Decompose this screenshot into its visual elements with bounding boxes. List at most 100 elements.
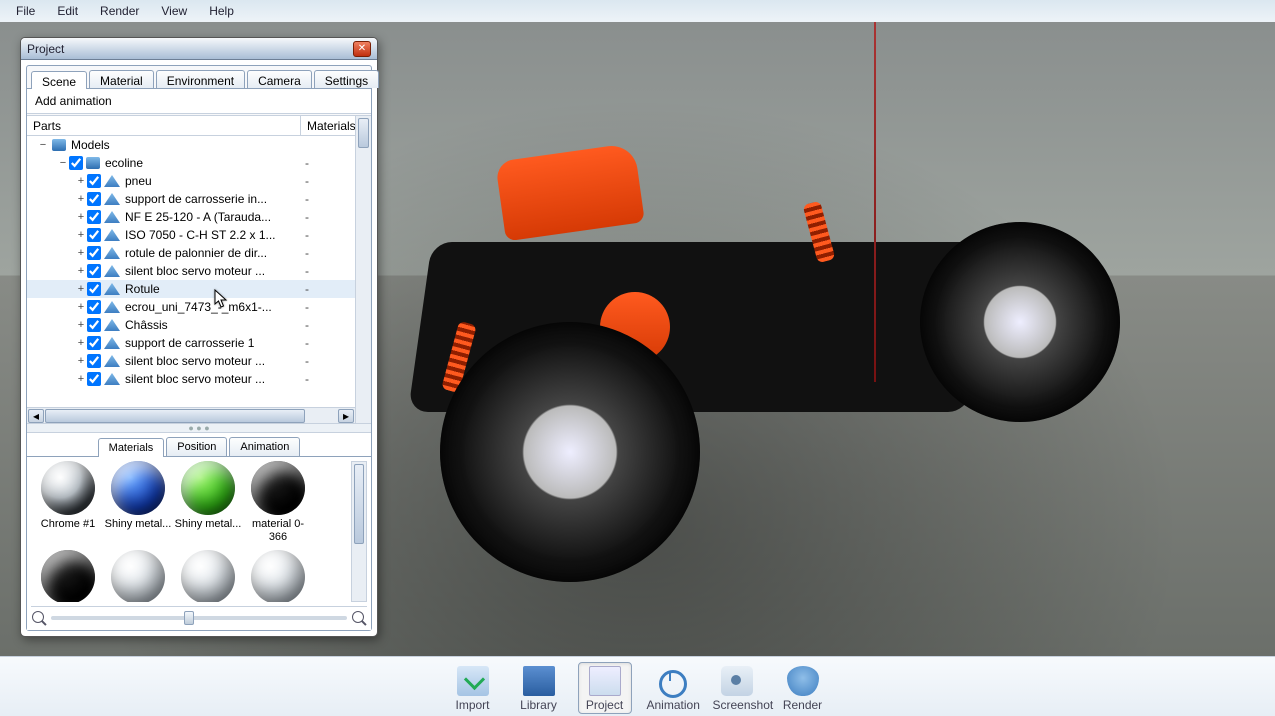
expand-icon[interactable]: + xyxy=(75,175,87,187)
tab-environment[interactable]: Environment xyxy=(156,70,245,88)
tree-row[interactable]: −ecoline- xyxy=(27,154,355,172)
visibility-checkbox[interactable] xyxy=(87,228,101,242)
material-swatch xyxy=(181,461,235,515)
lower-tab-animation[interactable]: Animation xyxy=(229,437,300,456)
tree-row[interactable]: +pneu- xyxy=(27,172,355,190)
material-item[interactable] xyxy=(243,550,313,602)
expand-icon[interactable]: − xyxy=(57,157,69,169)
expand-icon[interactable]: + xyxy=(75,337,87,349)
tree-hscroll[interactable]: ◂ ▸ xyxy=(27,407,355,423)
zoom-out-icon[interactable] xyxy=(31,610,47,626)
project-title: Project xyxy=(27,42,64,56)
expand-icon[interactable]: + xyxy=(75,229,87,241)
part-icon xyxy=(104,193,120,205)
expand-icon[interactable]: + xyxy=(75,211,87,223)
part-material: - xyxy=(305,300,355,314)
expand-icon[interactable]: + xyxy=(75,301,87,313)
tab-settings[interactable]: Settings xyxy=(314,70,379,88)
zoom-in-icon[interactable] xyxy=(351,610,367,626)
import-icon xyxy=(457,666,489,696)
expand-icon[interactable]: + xyxy=(75,373,87,385)
menu-render[interactable]: Render xyxy=(90,2,149,20)
project-titlebar[interactable]: Project ✕ xyxy=(21,38,377,60)
menu-file[interactable]: File xyxy=(6,2,45,20)
part-label: ecrou_uni_7473_-_m6x1-... xyxy=(123,300,305,314)
library-icon xyxy=(523,666,555,696)
tree-row[interactable]: + ecrou_uni_7473_-_m6x1-...- xyxy=(27,298,355,316)
toolbar-label: Import xyxy=(449,698,497,712)
close-icon[interactable]: ✕ xyxy=(353,41,371,57)
visibility-checkbox[interactable] xyxy=(87,264,101,278)
material-item[interactable]: Shiny metal... xyxy=(103,461,173,546)
visibility-checkbox[interactable] xyxy=(87,318,101,332)
pane-splitter[interactable]: ● ● ● xyxy=(27,423,371,433)
lower-tab-position[interactable]: Position xyxy=(166,437,227,456)
toolbar-screenshot-button[interactable]: Screenshot xyxy=(710,662,764,714)
expand-icon[interactable]: + xyxy=(75,319,87,331)
visibility-checkbox[interactable] xyxy=(87,336,101,350)
expand-icon[interactable]: + xyxy=(75,283,87,295)
scroll-left-icon[interactable]: ◂ xyxy=(28,409,44,423)
lower-pane: MaterialsPositionAnimation Chrome #1Shin… xyxy=(27,433,371,630)
tree-row[interactable]: +ISO 7050 - C-H ST 2.2 x 1...- xyxy=(27,226,355,244)
add-animation[interactable]: Add animation xyxy=(27,89,371,114)
part-label: Rotule xyxy=(123,282,305,296)
visibility-checkbox[interactable] xyxy=(87,210,101,224)
menu-edit[interactable]: Edit xyxy=(47,2,88,20)
tree-row[interactable]: − Models xyxy=(27,136,355,154)
material-item[interactable]: Shiny metal... xyxy=(173,461,243,546)
visibility-checkbox[interactable] xyxy=(87,192,101,206)
visibility-checkbox[interactable] xyxy=(87,354,101,368)
visibility-checkbox[interactable] xyxy=(87,246,101,260)
toolbar-animation-button[interactable]: Animation xyxy=(644,662,698,714)
tab-camera[interactable]: Camera xyxy=(247,70,312,88)
part-material: - xyxy=(305,174,355,188)
material-item[interactable]: material 0-366 xyxy=(243,461,313,546)
toolbar-library-button[interactable]: Library xyxy=(512,662,566,714)
visibility-checkbox[interactable] xyxy=(87,282,101,296)
visibility-checkbox[interactable] xyxy=(87,372,101,386)
expand-icon[interactable]: + xyxy=(75,265,87,277)
part-label: NF E 25-120 - A (Tarauda... xyxy=(123,210,305,224)
part-icon xyxy=(104,283,120,295)
tree-row[interactable]: +rotule de palonnier de dir...- xyxy=(27,244,355,262)
scroll-right-icon[interactable]: ▸ xyxy=(338,409,354,423)
materials-scrollbar[interactable] xyxy=(351,461,367,602)
tree-row[interactable]: +silent bloc servo moteur ...- xyxy=(27,262,355,280)
tree-scrollbar[interactable] xyxy=(355,116,371,423)
part-icon xyxy=(104,247,120,259)
material-item[interactable]: Chrome #1 xyxy=(33,461,103,546)
part-label: Models xyxy=(69,138,305,152)
tree-row[interactable]: + NF E 25-120 - A (Tarauda...- xyxy=(27,208,355,226)
expand-icon[interactable]: − xyxy=(37,139,49,151)
tree-row[interactable]: +support de carrosserie in...- xyxy=(27,190,355,208)
tree-header-parts[interactable]: Parts xyxy=(27,116,301,135)
lower-tab-materials[interactable]: Materials xyxy=(98,438,165,457)
expand-icon[interactable]: + xyxy=(75,355,87,367)
visibility-checkbox[interactable] xyxy=(87,300,101,314)
tree-row[interactable]: +silent bloc servo moteur ...- xyxy=(27,370,355,388)
tree-row[interactable]: +support de carrosserie 1- xyxy=(27,334,355,352)
part-label: Châssis xyxy=(123,318,305,332)
tab-scene[interactable]: Scene xyxy=(31,71,87,89)
toolbar-render-button[interactable]: Render xyxy=(776,662,830,714)
expand-icon[interactable]: + xyxy=(75,247,87,259)
material-name: material 0-366 xyxy=(243,518,313,546)
material-item[interactable] xyxy=(103,550,173,602)
visibility-checkbox[interactable] xyxy=(87,174,101,188)
visibility-checkbox[interactable] xyxy=(69,156,83,170)
tree-row[interactable]: +Rotule- xyxy=(27,280,355,298)
part-label: support de carrosserie in... xyxy=(123,192,305,206)
menu-view[interactable]: View xyxy=(151,2,197,20)
tree-row[interactable]: +silent bloc servo moteur ...- xyxy=(27,352,355,370)
toolbar-import-button[interactable]: Import xyxy=(446,662,500,714)
part-material: - xyxy=(305,210,355,224)
toolbar-project-button[interactable]: Project xyxy=(578,662,632,714)
expand-icon[interactable]: + xyxy=(75,193,87,205)
zoom-slider[interactable] xyxy=(51,616,347,620)
menu-help[interactable]: Help xyxy=(199,2,244,20)
tree-row[interactable]: +Châssis- xyxy=(27,316,355,334)
material-item[interactable] xyxy=(173,550,243,602)
tab-material[interactable]: Material xyxy=(89,70,154,88)
material-item[interactable] xyxy=(33,550,103,602)
